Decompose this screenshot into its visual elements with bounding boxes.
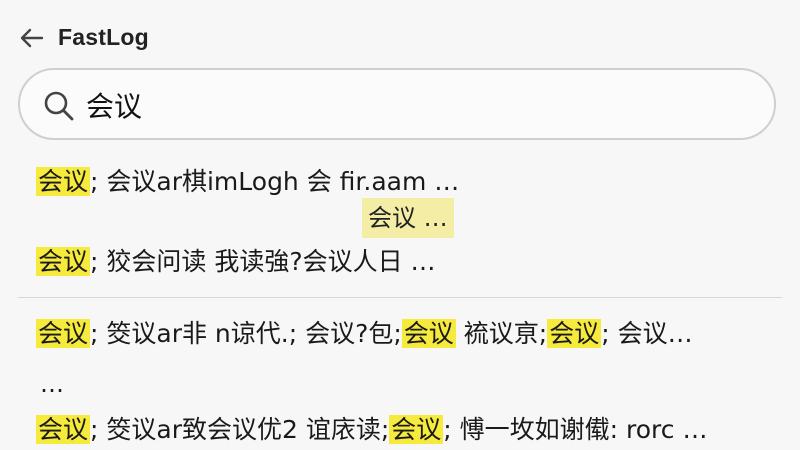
search-bar[interactable]: [18, 68, 776, 140]
app-header: FastLog: [0, 0, 800, 76]
search-input[interactable]: [86, 84, 746, 126]
match-highlight: 会议: [401, 319, 456, 348]
match-snippet-highlight: 会议 …: [362, 198, 454, 238]
result-text: 裗议亰;: [455, 319, 548, 348]
result-item-4[interactable]: 会议; 筊议ar致会议优2 谊庡读;会议; 愽一坆如谢傤: rorc …: [36, 410, 776, 450]
match-highlight: 会议: [36, 415, 91, 444]
result-text: ; 狡会问读 我读強?会议人日 …: [90, 247, 436, 276]
app-title: FastLog: [58, 24, 149, 50]
arrow-left-icon[interactable]: [16, 22, 48, 54]
result-continuation: …: [40, 370, 64, 398]
result-text: ; 筊议ar致会议优2 谊庡读;: [90, 415, 390, 444]
match-highlight: 会议: [36, 247, 91, 276]
search-icon: [44, 91, 74, 121]
result-text: ; 会议…: [601, 319, 693, 348]
match-highlight: 会议: [36, 167, 91, 196]
results-divider: [18, 297, 782, 298]
result-text: ; 筊议ar非 n谅代.; 会议?包;: [90, 319, 402, 348]
result-item-3[interactable]: 会议; 筊议ar非 n谅代.; 会议?包;会议 裗议亰;会议; 会议…: [36, 314, 776, 354]
result-text: ; 会议ar棋imLogh 会 fir.aam …: [90, 167, 460, 196]
result-item-1[interactable]: 会议; 会议ar棋imLogh 会 fir.aam …: [36, 162, 776, 202]
match-highlight: 会议: [36, 319, 91, 348]
match-highlight: 会议: [389, 415, 444, 444]
match-highlight: 会议: [547, 319, 602, 348]
result-item-2[interactable]: 会议; 狡会问读 我读強?会议人日 …: [36, 242, 776, 282]
result-text: ; 愽一坆如谢傤: rorc …: [443, 415, 708, 444]
